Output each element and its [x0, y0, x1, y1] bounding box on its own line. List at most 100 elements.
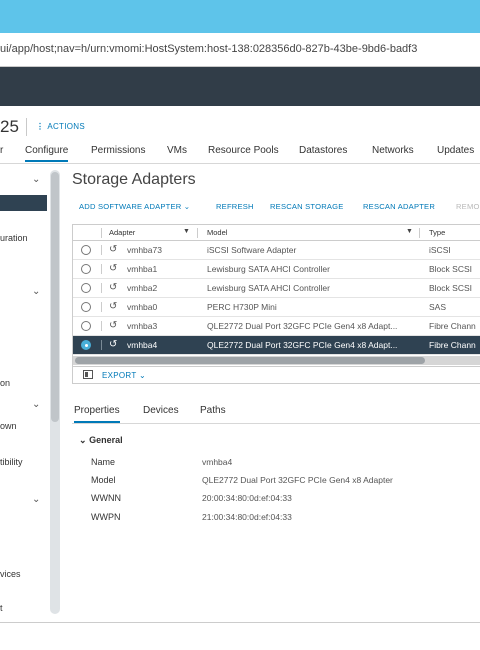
adapter-icon: ↺	[109, 339, 118, 350]
property-label: WWNN	[91, 493, 121, 503]
sidebar-scrollbar-thumb[interactable]	[51, 172, 59, 422]
cell-model: PERC H730P Mini	[207, 302, 277, 312]
chevron-down-icon: ⌄	[183, 202, 191, 211]
table-row[interactable]: ↺ vmhba3 QLE2772 Dual Port 32GFC PCIe Ge…	[73, 317, 480, 336]
table-row[interactable]: ↺ vmhba0 PERC H730P Mini SAS	[73, 298, 480, 317]
tab-vms[interactable]: VMs	[167, 145, 187, 156]
row-radio[interactable]	[81, 321, 91, 331]
cell-model: iSCSI Software Adapter	[207, 245, 297, 255]
cell-type: Fibre Chann	[429, 321, 476, 331]
chevron-down-icon: ⌄	[138, 371, 146, 380]
column-header-model[interactable]: Model	[207, 228, 227, 237]
row-radio[interactable]	[81, 302, 91, 312]
row-radio[interactable]	[81, 264, 91, 274]
add-label: ADD SOFTWARE ADAPTER	[79, 202, 182, 211]
adapters-grid: Adapter ▼ Model ▼ Type ↺ vmhba73 iSCSI S…	[72, 224, 480, 384]
section-title: General	[89, 435, 123, 445]
rescan-adapter-button[interactable]: RESCAN ADAPTER	[363, 202, 435, 211]
url-text[interactable]: ui/app/host;nav=h/urn:vmomi:HostSystem:h…	[0, 43, 417, 55]
cell-adapter: vmhba4	[127, 340, 158, 350]
row-radio[interactable]	[81, 340, 91, 350]
row-radio[interactable]	[81, 245, 91, 255]
adapter-icon: ↺	[109, 263, 118, 274]
chevron-down-icon[interactable]: ⌄	[32, 399, 40, 410]
cell-type: Fibre Chann	[429, 340, 476, 350]
configure-sidebar: ⌄ uration ⌄ on ⌄ own tibility ⌄ vices t	[0, 166, 48, 616]
filter-icon[interactable]: ▼	[406, 228, 413, 235]
column-divider	[101, 302, 102, 312]
column-header-type[interactable]: Type	[429, 228, 445, 237]
more-vertical-icon: ⋮	[36, 122, 45, 131]
adapter-icon: ↺	[109, 320, 118, 331]
cell-model: QLE2772 Dual Port 32GFC PCIe Gen4 x8 Ada…	[207, 340, 398, 350]
tab-networks[interactable]: Networks	[372, 145, 414, 156]
horizontal-scrollbar-thumb[interactable]	[75, 357, 425, 364]
browser-title-bar	[0, 0, 480, 33]
divider	[26, 118, 27, 136]
property-label: Name	[91, 457, 116, 467]
tab-paths[interactable]: Paths	[200, 405, 226, 416]
tab-summary[interactable]: r	[0, 145, 3, 156]
property-value: 21:00:34:80:0d:ef:04:33	[202, 512, 292, 522]
table-row-selected[interactable]: ↺ vmhba4 QLE2772 Dual Port 32GFC PCIe Ge…	[73, 336, 480, 355]
property-value: vmhba4	[202, 457, 233, 467]
tab-permissions[interactable]: Permissions	[91, 145, 145, 156]
chevron-down-icon[interactable]: ⌄	[32, 494, 40, 505]
sidebar-item[interactable]: t	[0, 603, 3, 613]
row-radio[interactable]	[81, 283, 91, 293]
cell-type: SAS	[429, 302, 447, 312]
remove-button[interactable]: REMO	[456, 202, 480, 211]
table-row[interactable]: ↺ vmhba1 Lewisburg SATA AHCI Controller …	[73, 260, 480, 279]
app-header	[0, 67, 480, 106]
property-value: 20:00:34:80:0d:ef:04:33	[202, 493, 292, 503]
sidebar-item[interactable]: vices	[0, 569, 21, 579]
cell-type: Block SCSI	[429, 264, 472, 274]
property-label: WWPN	[91, 512, 121, 522]
table-row[interactable]: ↺ vmhba73 iSCSI Software Adapter iSCSI	[73, 241, 480, 260]
chevron-down-icon[interactable]: ⌄	[32, 286, 40, 297]
object-tabs: r Configure Permissions VMs Resource Poo…	[0, 141, 480, 164]
column-divider	[101, 245, 102, 255]
actions-menu[interactable]: ⋮ ACTIONS	[36, 122, 85, 131]
chevron-down-icon[interactable]: ⌄	[32, 174, 40, 185]
cell-model: Lewisburg SATA AHCI Controller	[207, 264, 330, 274]
column-divider	[419, 228, 420, 238]
storage-adapters-panel: Storage Adapters ADD SOFTWARE ADAPTER ⌄ …	[65, 166, 480, 616]
sidebar-item[interactable]: on	[0, 378, 10, 388]
export-label: EXPORT	[102, 371, 137, 380]
column-toggle-icon[interactable]	[83, 370, 93, 379]
tab-properties[interactable]: Properties	[74, 405, 120, 423]
rescan-storage-button[interactable]: RESCAN STORAGE	[270, 202, 344, 211]
section-general[interactable]: ⌄ General	[79, 435, 123, 446]
grid-header: Adapter ▼ Model ▼ Type	[73, 225, 480, 241]
add-software-adapter-button[interactable]: ADD SOFTWARE ADAPTER ⌄	[79, 202, 190, 211]
property-value: QLE2772 Dual Port 32GFC PCIe Gen4 x8 Ada…	[202, 475, 393, 485]
tab-updates[interactable]: Updates	[437, 145, 474, 156]
column-divider	[101, 340, 102, 350]
bottom-panel	[0, 622, 480, 650]
tab-resource-pools[interactable]: Resource Pools	[208, 145, 279, 156]
sidebar-item[interactable]: own	[0, 421, 17, 431]
cell-adapter: vmhba73	[127, 245, 162, 255]
tab-devices[interactable]: Devices	[143, 405, 179, 416]
export-button[interactable]: EXPORT ⌄	[102, 371, 146, 380]
host-name: 25	[0, 117, 19, 136]
column-header-adapter[interactable]: Adapter	[109, 228, 135, 237]
cell-model: QLE2772 Dual Port 32GFC PCIe Gen4 x8 Ada…	[207, 321, 398, 331]
tab-configure[interactable]: Configure	[25, 145, 69, 162]
sidebar-item[interactable]: tibility	[0, 457, 23, 467]
cell-adapter: vmhba2	[127, 283, 158, 293]
filter-icon[interactable]: ▼	[183, 228, 190, 235]
tab-datastores[interactable]: Datastores	[299, 145, 347, 156]
actions-label: ACTIONS	[47, 122, 85, 131]
address-bar[interactable]: ui/app/host;nav=h/urn:vmomi:HostSystem:h…	[0, 33, 480, 67]
cell-adapter: vmhba1	[127, 264, 158, 274]
detail-tabs: Properties Devices Paths	[72, 402, 480, 424]
sidebar-item[interactable]: uration	[0, 233, 28, 243]
cell-type: Block SCSI	[429, 283, 472, 293]
table-row[interactable]: ↺ vmhba2 Lewisburg SATA AHCI Controller …	[73, 279, 480, 298]
sidebar-item-storage-adapters[interactable]	[0, 195, 47, 211]
page-title: Storage Adapters	[72, 171, 196, 188]
refresh-button[interactable]: REFRESH	[216, 202, 254, 211]
column-divider	[101, 283, 102, 293]
